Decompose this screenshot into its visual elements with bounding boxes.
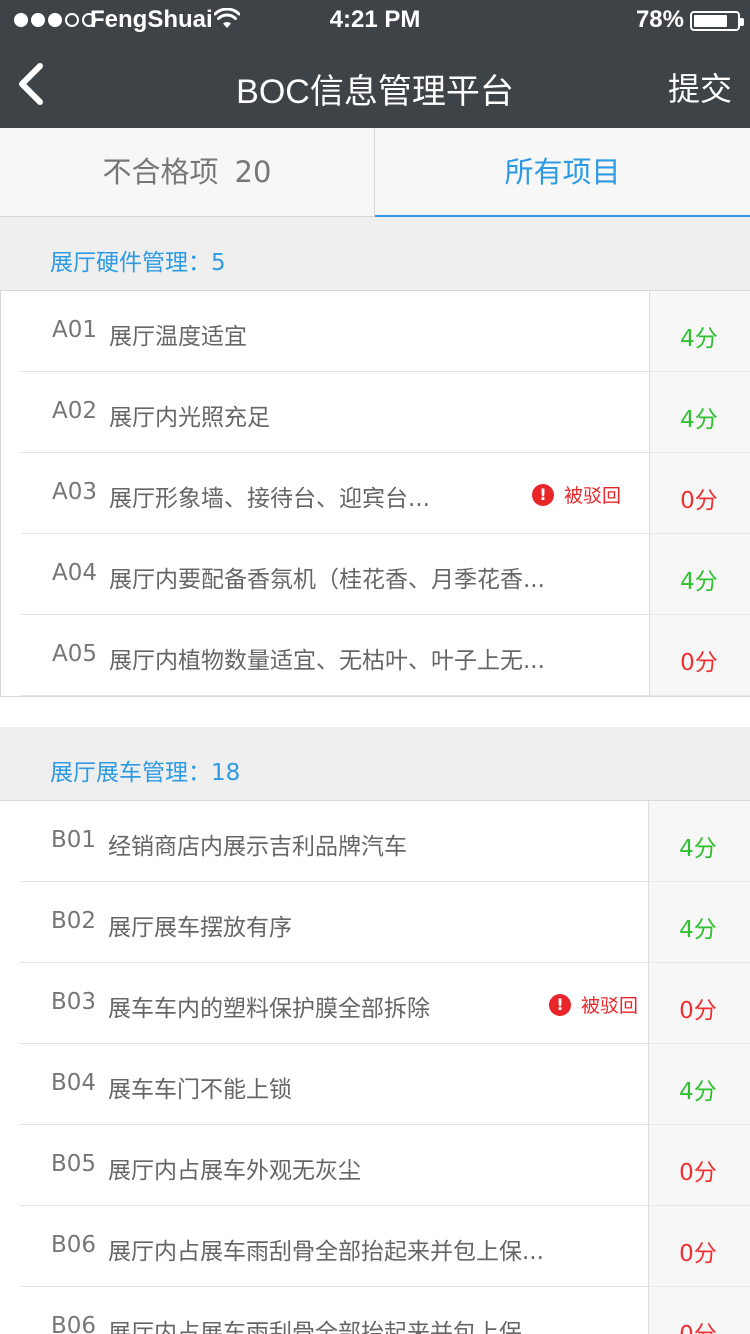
item-code: B06 [51, 1232, 97, 1258]
tab-bar: 不合格项 20 所有项目 [0, 128, 750, 217]
alert-icon: ! [548, 993, 571, 1016]
item-label: 展厅内占展车雨刮骨全部抬起来并包上保... [108, 1320, 544, 1334]
item-code: A03 [52, 479, 98, 505]
item-code: A01 [52, 317, 98, 343]
score-cell: 0分 [648, 1206, 750, 1287]
item-score: 0分 [679, 998, 717, 1024]
score-cell: 0分 [648, 963, 750, 1044]
item-code: B01 [51, 827, 97, 853]
battery-tip [740, 18, 744, 26]
item-label: 展厅形象墙、接待台、迎宾台... [109, 486, 430, 512]
tab-unqualified-count: 20 [234, 155, 272, 189]
item-code: B06 [51, 1313, 97, 1334]
score-cell: 0分 [648, 1125, 750, 1206]
top-bar: FengShuai 4:21 PM 78% BOC信息管理平台 提交 [0, 0, 750, 128]
score-cell: 4分 [648, 801, 750, 882]
checklist-row[interactable]: B02 展厅展车摆放有序 4分 [0, 882, 750, 963]
item-label: 展厅内光照充足 [109, 405, 270, 431]
battery-icon [690, 11, 744, 31]
item-label: 展厅内植物数量适宜、无枯叶、叶子上无... [109, 648, 545, 674]
item-score: 0分 [680, 650, 718, 676]
item-score: 4分 [679, 836, 717, 862]
section-item-group: B01 经销商店内展示吉利品牌汽车 4分 B02 展厅展车摆放有序 4分 B03 展车车内的塑… [0, 801, 750, 1334]
checklist-row[interactable]: B06 展厅内占展车雨刮骨全部抬起来并包上保... 0分 [0, 1206, 750, 1287]
item-code: A04 [52, 560, 98, 586]
checklist-row[interactable]: B01 经销商店内展示吉利品牌汽车 4分 [0, 801, 750, 882]
item-score: 4分 [679, 1079, 717, 1105]
item-label: 展厅内占展车外观无灰尘 [108, 1158, 361, 1184]
tab-unqualified-label: 不合格项 [102, 155, 219, 189]
alert-icon: ! [531, 483, 554, 506]
page-title: BOC信息管理平台 [236, 73, 514, 111]
submit-button[interactable]: 提交 [668, 64, 732, 110]
item-code: B03 [51, 989, 97, 1015]
row-divider [21, 695, 649, 696]
item-code: B04 [51, 1070, 97, 1096]
item-code: B02 [51, 908, 97, 934]
score-cell: 4分 [649, 372, 750, 453]
tab-all-items[interactable]: 所有项目 [375, 128, 750, 217]
status-bar: FengShuai 4:21 PM 78% [0, 0, 750, 40]
item-label: 展车车门不能上锁 [108, 1077, 292, 1103]
checklist-row[interactable]: B04 展车车门不能上锁 4分 [0, 1044, 750, 1125]
section-item-group: A01 展厅温度适宜 4分 A02 展厅内光照充足 4分 A03 展厅形象墙、接待台、迎宾台.… [0, 290, 750, 697]
score-cell: 4分 [648, 882, 750, 963]
item-score: 0分 [679, 1241, 717, 1267]
checklist-row[interactable]: A05 展厅内植物数量适宜、无枯叶、叶子上无... 0分 [1, 615, 750, 696]
item-score: 0分 [680, 488, 718, 514]
item-label: 展厅内占展车雨刮骨全部抬起来并包上保... [108, 1239, 544, 1265]
checklist-row[interactable]: A03 展厅形象墙、接待台、迎宾台...! 被驳回 0分 [1, 453, 750, 534]
checklist-row[interactable]: A02 展厅内光照充足 4分 [1, 372, 750, 453]
item-score: 0分 [649, 1315, 747, 1334]
section-header: 展厅硬件管理：5 [0, 217, 750, 291]
battery-percent: 78% [635, 6, 684, 33]
item-score: 4分 [680, 569, 718, 595]
score-cell: 4分 [649, 534, 750, 615]
section-title: 展厅展车管理：18 [50, 760, 241, 786]
item-label: 展厅展车摆放有序 [108, 915, 292, 941]
item-code: A02 [52, 398, 98, 424]
checklist-row[interactable]: B06 展厅内占展车雨刮骨全部抬起来并包上保... 0分 [0, 1287, 750, 1334]
item-label: 经销商店内展示吉利品牌汽车 [108, 834, 407, 860]
tab-unqualified[interactable]: 不合格项 20 [0, 128, 375, 217]
checklist-row[interactable]: B05 展厅内占展车外观无灰尘 0分 [0, 1125, 750, 1206]
item-label: 展厅温度适宜 [109, 324, 247, 350]
tab-all-items-label: 所有项目 [504, 155, 621, 189]
section-header: 展厅展车管理：18 [0, 727, 750, 801]
checklist-row[interactable]: A01 展厅温度适宜 4分 [1, 291, 750, 372]
item-code: A05 [52, 641, 98, 667]
item-score: 4分 [680, 326, 718, 352]
item-score: 4分 [679, 917, 717, 943]
score-cell: 4分 [649, 291, 750, 372]
rejected-badge: ! 被驳回 [548, 991, 638, 1018]
item-score: 0分 [679, 1160, 717, 1186]
section-title: 展厅硬件管理：5 [50, 250, 226, 276]
rejected-label: 被驳回 [580, 995, 638, 1017]
item-code: B05 [51, 1151, 97, 1177]
score-cell: 4分 [648, 1044, 750, 1125]
rejected-badge: ! 被驳回 [531, 481, 621, 508]
score-cell: 0分 [648, 1287, 750, 1334]
rejected-label: 被驳回 [563, 485, 621, 507]
score-cell: 0分 [649, 453, 750, 534]
checklist-row[interactable]: A04 展厅内要配备香氛机（桂花香、月季花香... 4分 [1, 534, 750, 615]
score-cell: 0分 [649, 615, 750, 696]
item-label: 展车车内的塑料保护膜全部拆除 [108, 996, 430, 1022]
battery-fill [694, 15, 727, 27]
checklist-row[interactable]: B03 展车车内的塑料保护膜全部拆除! 被驳回 0分 [0, 963, 750, 1044]
item-label: 展厅内要配备香氛机（桂花香、月季花香... [109, 567, 545, 593]
item-score: 4分 [680, 407, 718, 433]
navigation-bar: BOC信息管理平台 提交 [0, 40, 750, 128]
